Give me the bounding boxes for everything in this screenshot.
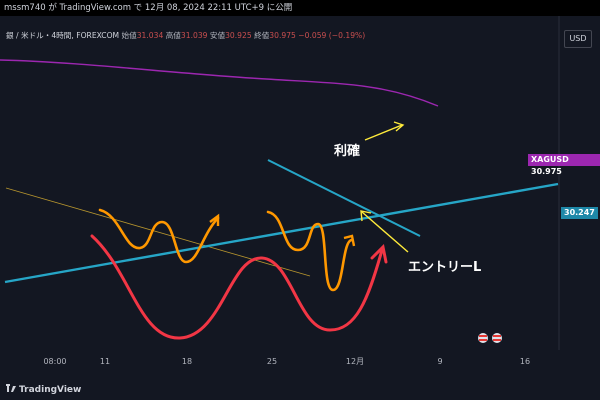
us-flag-stripe — [479, 335, 487, 337]
x-tick-label: 12月 — [346, 357, 364, 366]
xagusd-price-tag: XAGUSD 30.975 — [528, 154, 600, 176]
high-label: 高値 — [165, 31, 181, 40]
symbol-name: 銀 / 米ドル・4時間, FOREXCOM — [6, 31, 120, 40]
open-value: 31.034 — [136, 31, 164, 40]
x-tick-label: 11 — [100, 357, 110, 366]
x-tick-label: 18 — [182, 357, 192, 366]
us-flag-stripe — [493, 339, 501, 341]
hline-value: 30.247 — [564, 208, 595, 217]
us-flag-stripe — [479, 339, 487, 341]
footer: TradingView — [0, 378, 600, 400]
us-flag-stripe — [493, 335, 501, 337]
open-label: 始値 — [121, 31, 137, 40]
us-flag-icon — [478, 333, 488, 343]
publish-header: mssm740 が TradingView.com で 12月 08, 2024… — [0, 0, 600, 16]
x-tick-label: 9 — [437, 357, 442, 366]
price-chart[interactable]: 32.00031.50031.00030.50030.00029.50029.0… — [0, 16, 600, 378]
symbol-legend: 銀 / 米ドル・4時間, FOREXCOM 始値31.034 高値31.039 … — [6, 30, 365, 41]
chart-background — [0, 16, 600, 378]
entry-label: エントリーL — [408, 260, 482, 275]
tradingview-icon — [6, 384, 16, 392]
tradingview-logo[interactable]: TradingView — [6, 384, 81, 395]
low-value: 30.925 — [225, 31, 252, 40]
x-tick-label: 16 — [520, 357, 530, 366]
x-tick-label: 25 — [267, 357, 277, 366]
tradingview-brand: TradingView — [19, 385, 82, 395]
xagusd-label: XAGUSD — [531, 155, 569, 164]
close-label: 終値 — [254, 31, 270, 40]
close-value: 30.975 — [269, 31, 296, 40]
high-value: 31.039 — [180, 31, 208, 40]
take-profit-label: 利確 — [334, 144, 361, 159]
hline-price-tag: 30.247 — [561, 207, 598, 219]
xagusd-value: 30.975 — [531, 167, 562, 176]
us-flag-icon — [492, 333, 502, 343]
change-value: −0.059 (−0.19%) — [298, 31, 366, 40]
x-tick-label: 08:00 — [43, 357, 66, 366]
low-label: 安値 — [209, 31, 226, 40]
currency-button[interactable]: USD — [564, 30, 592, 48]
